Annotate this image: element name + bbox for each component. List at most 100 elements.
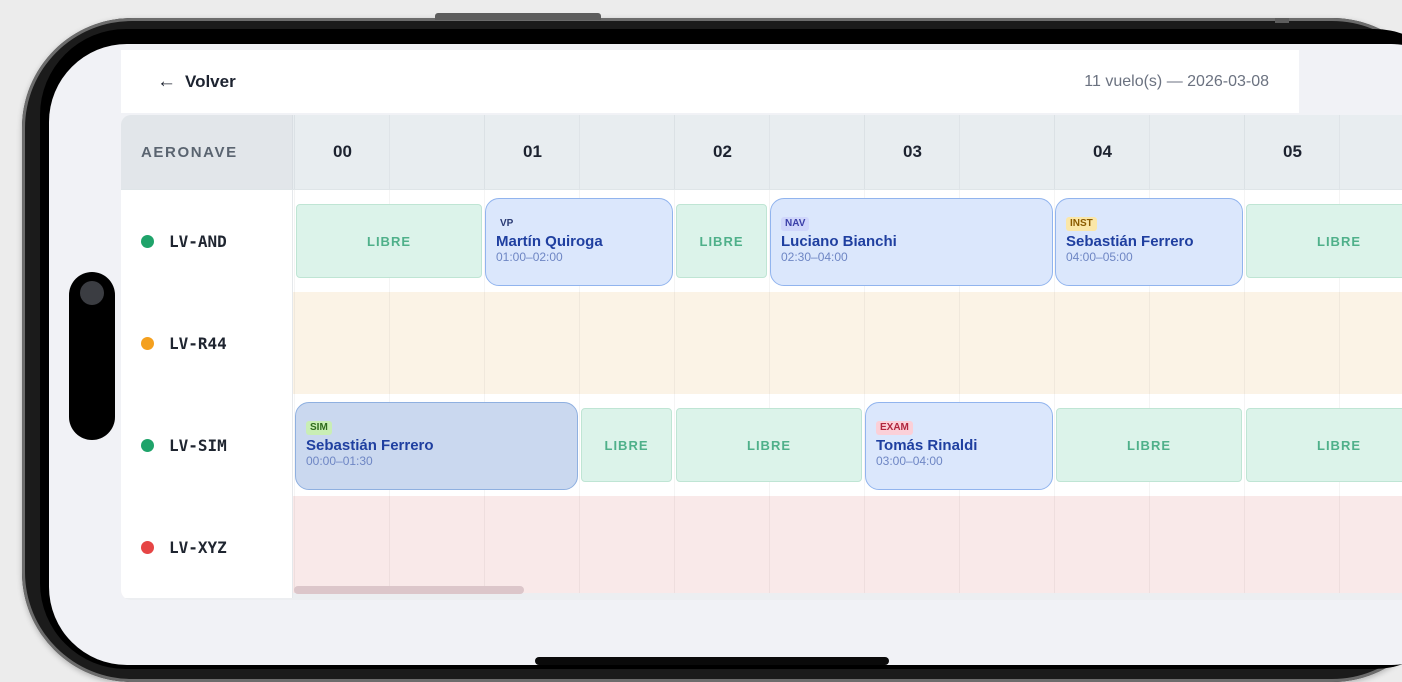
flight-time: 02:30–04:00	[781, 250, 848, 264]
flight-time: 04:00–05:00	[1066, 250, 1133, 264]
aircraft-label[interactable]: LV-AND	[121, 190, 293, 292]
grid-line	[864, 292, 865, 394]
aircraft-row-lv-sim: LV-SIM SIM Sebastián Ferrero 00:00–01:30 LIB…	[121, 394, 1402, 497]
free-slot[interactable]: LIBRE	[296, 204, 482, 278]
aircraft-column-header: AERONAVE	[121, 115, 293, 189]
hour-header-05: 05	[1244, 115, 1402, 189]
free-slot[interactable]: LIBRE	[1246, 204, 1402, 278]
free-slot[interactable]: LIBRE	[1056, 408, 1242, 482]
grid-header: AERONAVE 00 01 02 03 04 05	[121, 115, 1402, 190]
flight-time: 01:00–02:00	[496, 250, 563, 264]
aircraft-row-lv-and: LV-AND LIBRE VP Martín Quiroga 01:00–02:00 LI…	[121, 190, 1402, 293]
flight-type-badge: SIM	[306, 421, 332, 435]
grid-line	[294, 496, 295, 598]
grid-line	[959, 496, 960, 598]
horizontal-scrollbar-thumb[interactable]	[294, 586, 524, 594]
aircraft-registration: LV-SIM	[169, 435, 227, 455]
pilot-name: Tomás Rinaldi	[876, 437, 978, 454]
time-track[interactable]	[294, 292, 1402, 394]
grid-line	[294, 292, 295, 394]
phone-volume-button	[435, 13, 601, 20]
top-bar: ← Volver 11 vuelo(s) — 2026-03-08	[121, 50, 1299, 113]
home-indicator[interactable]	[535, 657, 889, 665]
flight-type-badge: EXAM	[876, 421, 913, 435]
aircraft-registration: LV-XYZ	[169, 537, 227, 557]
grid-line	[1054, 496, 1055, 598]
time-track[interactable]	[294, 496, 1402, 598]
status-dot	[141, 540, 154, 554]
pilot-name: Sebastián Ferrero	[1066, 233, 1194, 250]
grid-line	[959, 292, 960, 394]
time-track[interactable]: SIM Sebastián Ferrero 00:00–01:30 LIBRE LIBR…	[294, 394, 1402, 496]
aircraft-label[interactable]: LV-R44	[121, 292, 293, 394]
pilot-name: Luciano Bianchi	[781, 233, 897, 250]
grid-line	[674, 496, 675, 598]
front-camera	[80, 281, 104, 305]
grid-line	[484, 292, 485, 394]
flight-block[interactable]: INST Sebastián Ferrero 04:00–05:00	[1055, 198, 1243, 286]
grid-line	[1054, 292, 1055, 394]
grid-line	[1244, 190, 1245, 292]
aircraft-registration: LV-R44	[169, 333, 227, 353]
grid-line	[484, 496, 485, 598]
aircraft-row-lv-r44: LV-R44	[121, 292, 1402, 395]
grid-line	[579, 292, 580, 394]
aircraft-row-lv-xyz: LV-XYZ	[121, 496, 1402, 599]
grid-line	[1339, 496, 1340, 598]
free-slot[interactable]: LIBRE	[676, 408, 862, 482]
schedule-grid: AERONAVE 00 01 02 03 04 05 LV-AND LIBRE VP Martí…	[121, 115, 1402, 600]
grid-line	[674, 292, 675, 394]
flight-block[interactable]: VP Martín Quiroga 01:00–02:00	[485, 198, 673, 286]
grid-line	[1244, 292, 1245, 394]
free-slot[interactable]: LIBRE	[676, 204, 767, 278]
grid-line	[1339, 292, 1340, 394]
flight-summary: 11 vuelo(s) — 2026-03-08	[1084, 72, 1269, 90]
flight-block[interactable]: SIM Sebastián Ferrero 00:00–01:30	[295, 402, 578, 490]
grid-line	[674, 394, 675, 496]
status-dot	[141, 438, 154, 452]
half-hour-divider	[769, 115, 770, 189]
grid-line	[389, 496, 390, 598]
half-hour-divider	[389, 115, 390, 189]
half-hour-divider	[959, 115, 960, 189]
grid-line	[1054, 394, 1055, 496]
grid-line	[674, 190, 675, 292]
grid-line	[1244, 496, 1245, 598]
flight-block[interactable]: EXAM Tomás Rinaldi 03:00–04:00	[865, 402, 1053, 490]
back-button[interactable]: ← Volver	[157, 71, 236, 93]
flight-type-badge: INST	[1066, 217, 1097, 231]
free-slot[interactable]: LIBRE	[1246, 408, 1402, 482]
half-hour-divider	[1339, 115, 1340, 189]
pilot-name: Sebastián Ferrero	[306, 437, 434, 454]
status-dot	[141, 234, 154, 248]
flight-type-badge: NAV	[781, 217, 810, 231]
aircraft-label[interactable]: LV-XYZ	[121, 496, 293, 598]
time-track[interactable]: LIBRE VP Martín Quiroga 01:00–02:00 LIBRE NAV…	[294, 190, 1402, 292]
flight-type-badge: VP	[496, 217, 518, 231]
grid-line	[294, 190, 295, 292]
flight-block[interactable]: NAV Luciano Bianchi 02:30–04:00	[770, 198, 1053, 286]
grid-line	[1149, 292, 1150, 394]
half-hour-divider	[1149, 115, 1150, 189]
arrow-left-icon: ←	[157, 70, 176, 92]
screen: ← Volver 11 vuelo(s) — 2026-03-08 AERONA…	[49, 44, 1402, 665]
grid-line	[769, 496, 770, 598]
aircraft-registration: LV-AND	[169, 231, 227, 251]
phone-side-button	[1275, 18, 1289, 23]
flight-time: 03:00–04:00	[876, 454, 943, 468]
grid-line	[579, 394, 580, 496]
grid-line	[579, 496, 580, 598]
status-dot	[141, 336, 154, 350]
flight-time: 00:00–01:30	[306, 454, 373, 468]
pilot-name: Martín Quiroga	[496, 233, 603, 250]
grid-line	[1149, 496, 1150, 598]
back-label: Volver	[185, 71, 236, 91]
grid-line	[769, 292, 770, 394]
grid-line	[389, 292, 390, 394]
grid-line	[864, 496, 865, 598]
free-slot[interactable]: LIBRE	[581, 408, 672, 482]
grid-line	[1244, 394, 1245, 496]
aircraft-label[interactable]: LV-SIM	[121, 394, 293, 496]
half-hour-divider	[579, 115, 580, 189]
horizontal-scroll-track[interactable]	[121, 593, 1402, 600]
